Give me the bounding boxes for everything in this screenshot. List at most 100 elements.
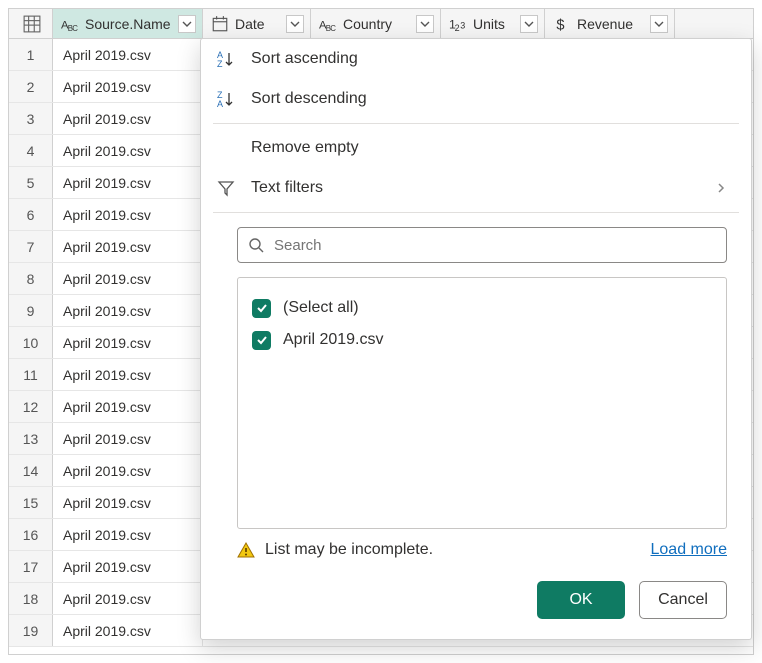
svg-text:2: 2 [455,22,460,32]
cell-source[interactable]: April 2019.csv [53,519,203,550]
checkbox-checked-icon[interactable] [252,331,271,350]
chevron-down-icon [524,19,534,29]
filter-value-label: (Select all) [283,299,359,317]
menu-label: Remove empty [251,139,359,157]
chevron-down-icon [420,19,430,29]
cell-source[interactable]: April 2019.csv [53,551,203,582]
cell-source[interactable]: April 2019.csv [53,135,203,166]
cell-source[interactable]: April 2019.csv [53,263,203,294]
filter-value-row[interactable]: April 2019.csv [252,324,712,356]
cell-source[interactable]: April 2019.csv [53,327,203,358]
cell-source[interactable]: April 2019.csv [53,71,203,102]
column-label: Revenue [577,16,644,32]
filter-panel: AZ Sort ascending ZA Sort descending Rem… [200,38,752,640]
column-header-source[interactable]: ABC Source.Name [53,9,203,38]
row-number: 16 [9,519,53,550]
row-number: 9 [9,295,53,326]
sort-desc-icon: ZA [215,89,237,109]
row-number: 12 [9,391,53,422]
row-number: 1 [9,39,53,70]
cell-source[interactable]: April 2019.csv [53,295,203,326]
warning-text: List may be incomplete. [265,541,433,559]
row-number: 2 [9,71,53,102]
row-number: 14 [9,455,53,486]
cell-source[interactable]: April 2019.csv [53,583,203,614]
date-type-icon [211,15,229,33]
row-number: 15 [9,487,53,518]
ok-button[interactable]: OK [537,581,625,619]
menu-label: Text filters [251,179,323,197]
cell-source[interactable]: April 2019.csv [53,487,203,518]
cell-source[interactable]: April 2019.csv [53,615,203,646]
column-label: Date [235,16,280,32]
row-number: 8 [9,263,53,294]
chevron-right-icon [715,182,727,194]
filter-icon [215,179,237,197]
column-header-units[interactable]: 123 Units [441,9,545,38]
cell-source[interactable]: April 2019.csv [53,423,203,454]
checkbox-checked-icon[interactable] [252,299,271,318]
column-filter-dropdown[interactable] [286,15,304,33]
menu-separator [213,212,739,213]
column-header-revenue[interactable]: $ Revenue [545,9,675,38]
row-number: 7 [9,231,53,262]
text-type-icon: ABC [319,15,337,33]
row-number: 18 [9,583,53,614]
search-box[interactable] [237,227,727,263]
filter-value-label: April 2019.csv [283,331,384,349]
cell-source[interactable]: April 2019.csv [53,359,203,390]
row-number: 10 [9,327,53,358]
row-number: 6 [9,199,53,230]
sort-ascending-item[interactable]: AZ Sort ascending [201,39,751,79]
row-number: 17 [9,551,53,582]
select-all-row[interactable]: (Select all) [252,292,712,324]
number-type-icon: 123 [449,15,467,33]
load-more-link[interactable]: Load more [651,541,728,559]
cancel-button[interactable]: Cancel [639,581,727,619]
column-header-date[interactable]: Date [203,9,311,38]
row-number: 19 [9,615,53,646]
currency-type-icon: $ [553,15,571,33]
svg-text:C: C [72,23,78,32]
svg-text:3: 3 [460,20,465,30]
column-filter-dropdown[interactable] [650,15,668,33]
column-filter-dropdown[interactable] [416,15,434,33]
search-input[interactable] [272,236,716,255]
search-icon [248,237,264,253]
cell-source[interactable]: April 2019.csv [53,391,203,422]
button-label: Cancel [658,591,708,609]
column-label: Country [343,16,410,32]
menu-label: Sort descending [251,90,367,108]
column-label: Units [473,16,514,32]
column-header-country[interactable]: ABC Country [311,9,441,38]
svg-text:Z: Z [217,59,223,69]
filter-values-list: (Select all) April 2019.csv [237,277,727,529]
text-type-icon: ABC [61,15,79,33]
text-filters-item[interactable]: Text filters [201,168,751,208]
column-label: Source.Name [85,16,172,32]
svg-text:C: C [330,23,336,32]
column-filter-dropdown[interactable] [520,15,538,33]
row-number: 4 [9,135,53,166]
cell-source[interactable]: April 2019.csv [53,167,203,198]
row-number: 11 [9,359,53,390]
sort-descending-item[interactable]: ZA Sort descending [201,79,751,119]
menu-separator [213,123,739,124]
cell-source[interactable]: April 2019.csv [53,231,203,262]
chevron-down-icon [182,19,192,29]
chevron-down-icon [654,19,664,29]
cell-source[interactable]: April 2019.csv [53,455,203,486]
cell-source[interactable]: April 2019.csv [53,39,203,70]
sort-asc-icon: AZ [215,49,237,69]
remove-empty-item[interactable]: Remove empty [201,128,751,168]
warning-icon [237,541,255,559]
row-number: 5 [9,167,53,198]
row-number: 13 [9,423,53,454]
column-filter-dropdown[interactable] [178,15,196,33]
cell-source[interactable]: April 2019.csv [53,103,203,134]
row-number: 3 [9,103,53,134]
chevron-down-icon [290,19,300,29]
row-number-header[interactable] [9,9,53,38]
cell-source[interactable]: April 2019.csv [53,199,203,230]
grid-header: ABC Source.Name Date ABC Country 123 Uni… [9,9,753,39]
